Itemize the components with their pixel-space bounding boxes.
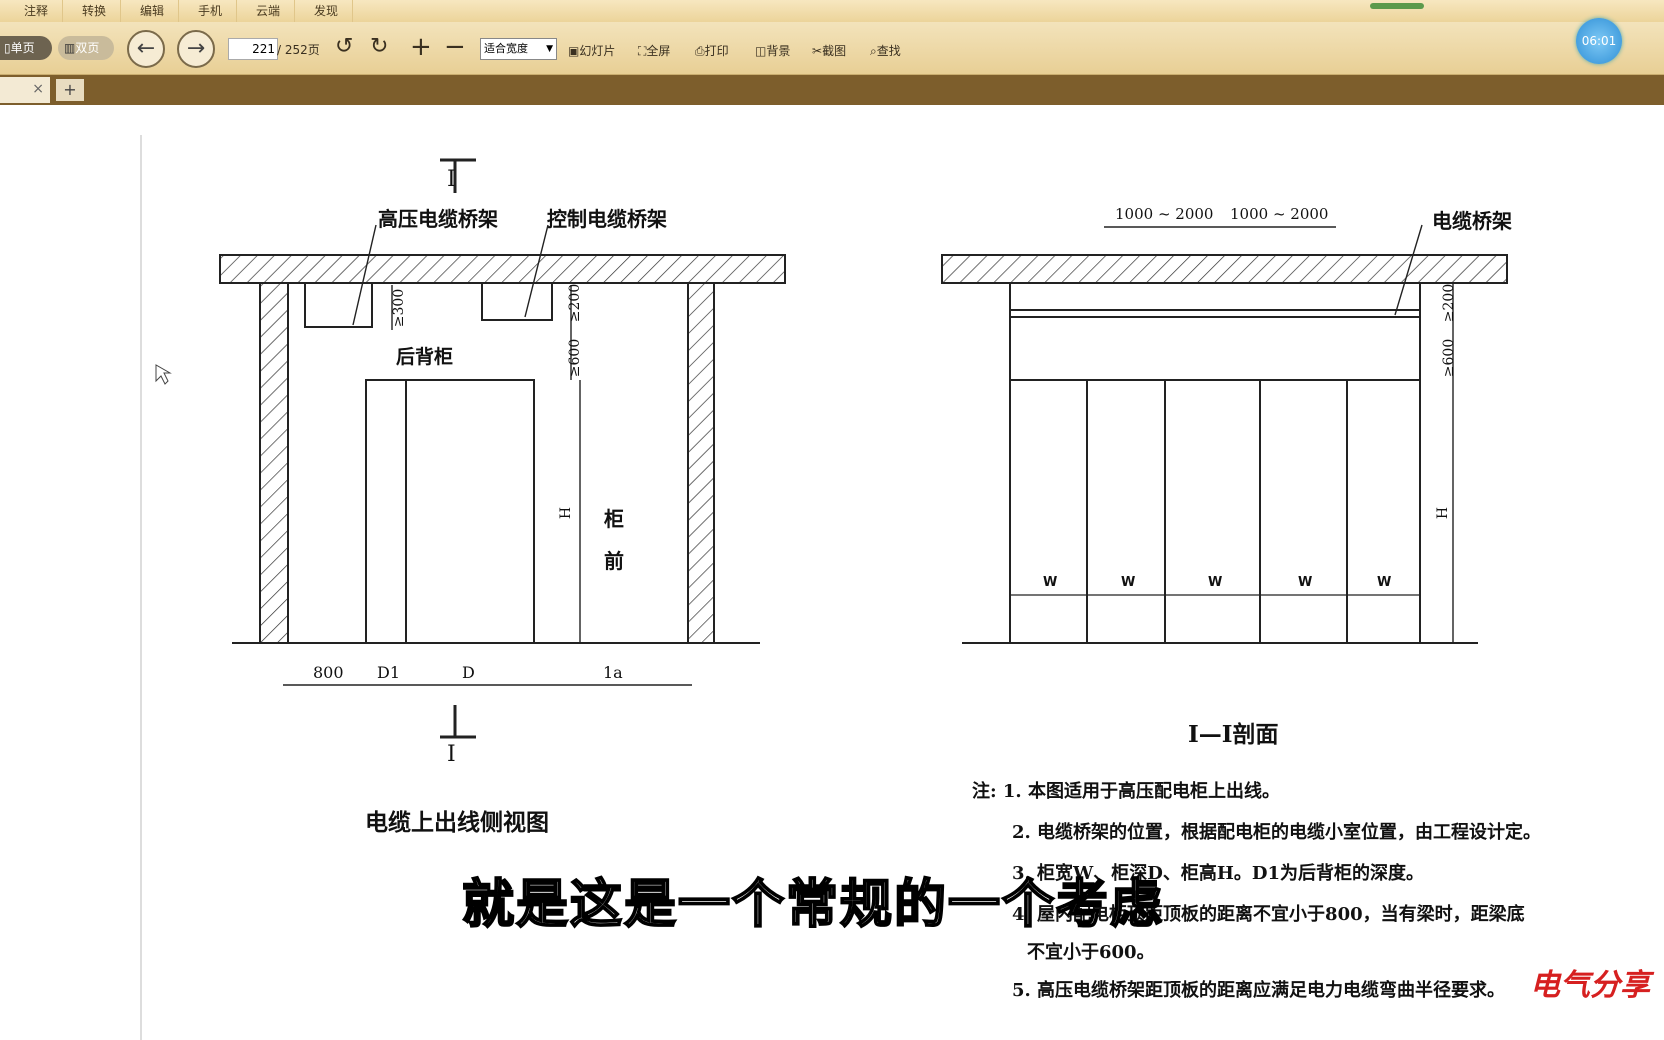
rotate-right-icon[interactable]: ↻ <box>370 34 388 59</box>
document-tab[interactable]: × <box>0 77 50 103</box>
ctrl-tray-shape <box>481 283 553 321</box>
slideshow-icon: ▣ <box>568 44 580 58</box>
menu-convert[interactable]: 转换 <box>68 0 122 22</box>
page-total: / 252页 <box>277 43 320 57</box>
w-label-5: W <box>1377 575 1392 590</box>
mouse-cursor-icon <box>155 364 172 385</box>
cabinet-front-char1: 柜 <box>604 507 624 531</box>
h-label: H <box>558 506 575 520</box>
main-cabinet <box>405 379 535 644</box>
tab-bar: × + <box>0 75 1664 105</box>
right-dim-600-label: ≥600 <box>1441 338 1458 378</box>
single-page-button[interactable]: ▯单页 <box>0 36 52 60</box>
left-side-view <box>219 158 786 739</box>
note-2: 2. 电缆桥架的位置，根据配电柜的电缆小室位置，由工程设计定。 <box>1012 822 1542 843</box>
zoom-out-icon[interactable]: − <box>444 32 466 62</box>
printer-icon: ⎙ <box>695 44 705 58</box>
ctrl-tray-label: 控制电缆桥架 <box>547 207 667 231</box>
rear-cabinet <box>365 379 407 644</box>
section-mark-bottom-label: I <box>447 742 456 767</box>
menu-cloud[interactable]: 云端 <box>242 0 296 22</box>
rear-cabinet-label: 后背柜 <box>396 346 454 368</box>
right-dim-200-label: ≥200 <box>1441 283 1458 323</box>
fullscreen-button[interactable]: ⛶全屏 <box>638 42 670 59</box>
double-page-icon: ▥ <box>64 41 76 55</box>
dim-d1-label: D1 <box>377 663 401 682</box>
dim-200-label: ≥200 <box>567 283 584 323</box>
span-label-1: 1000 ~ 2000 <box>1115 205 1214 223</box>
new-tab-button[interactable]: + <box>56 79 84 101</box>
zoom-in-icon[interactable]: + <box>410 32 432 62</box>
watermark-logo: 电气分享 <box>1530 968 1650 1003</box>
right-ceiling-slab <box>941 254 1508 284</box>
w-label-2: W <box>1121 575 1136 590</box>
background-button[interactable]: ◫背景 <box>755 42 790 59</box>
rotate-left-icon[interactable]: ↺ <box>335 34 353 59</box>
cabinet-front-char2: 前 <box>604 549 624 573</box>
w-label-3: W <box>1208 575 1223 590</box>
menu-annotate[interactable]: 注释 <box>10 0 64 22</box>
screenshot-button[interactable]: ✂截图 <box>812 42 846 59</box>
dim-600-label: ≥600 <box>567 338 584 378</box>
arrow-left-icon: ← <box>136 36 156 61</box>
arrow-right-icon: → <box>186 36 206 61</box>
span-label-2: 1000 ~ 2000 <box>1230 205 1329 223</box>
page-number-input[interactable] <box>228 38 278 60</box>
forward-button[interactable]: → <box>177 30 215 68</box>
w-label-1: W <box>1043 575 1058 590</box>
video-subtitle: 就是这是一个常规的一个考虑 <box>461 874 1165 936</box>
slideshow-button[interactable]: ▣幻灯片 <box>568 42 615 59</box>
right-view-title: I—I剖面 <box>1188 721 1279 748</box>
menu-bar: 注释 转换 编辑 手机 云端 发现 <box>0 0 1664 22</box>
toolbar: ▯单页 ▥双页 ← → / 252页 ↺ ↻ + − 适合宽度▼ ▣幻灯片 ⛶全… <box>0 22 1664 75</box>
left-ceiling-slab <box>219 254 786 284</box>
clock-widget: 06:01 <box>1576 18 1622 64</box>
progress-indicator <box>1370 3 1424 9</box>
dim-d-label: D <box>462 663 475 682</box>
left-wall <box>259 282 289 644</box>
scissors-icon: ✂ <box>812 44 823 58</box>
menu-mobile[interactable]: 手机 <box>184 0 238 22</box>
left-view-title: 电缆上出线侧视图 <box>365 809 549 836</box>
dim-300-label: ≥300 <box>391 288 408 328</box>
dim-la-label: 1a <box>603 663 623 682</box>
print-button[interactable]: ⎙打印 <box>695 42 729 59</box>
find-button[interactable]: ⌕查找 <box>870 42 901 59</box>
note-4-cont: 不宜小于600。 <box>1027 942 1155 963</box>
back-button[interactable]: ← <box>127 30 165 68</box>
w-label-4: W <box>1298 575 1313 590</box>
section-mark-top-label: I <box>447 167 456 192</box>
right-wall <box>687 282 715 644</box>
hv-tray-label: 高压电缆桥架 <box>378 207 498 231</box>
background-icon: ◫ <box>755 44 767 58</box>
search-icon: ⌕ <box>870 44 877 58</box>
right-section-view <box>941 224 1508 644</box>
zoom-select[interactable]: 适合宽度 ▼ <box>480 38 557 60</box>
dropdown-arrow-icon: ▼ <box>546 44 553 54</box>
page-icon: ▯ <box>4 41 11 55</box>
hv-tray-shape <box>304 283 373 328</box>
dim-800-label: 800 <box>313 663 344 682</box>
note-5: 5. 高压电缆桥架距顶板的距离应满足电力电缆弯曲半径要求。 <box>1012 980 1506 1001</box>
double-page-button[interactable]: ▥双页 <box>58 36 114 60</box>
menu-edit[interactable]: 编辑 <box>126 0 180 22</box>
menu-discover[interactable]: 发现 <box>300 0 354 22</box>
cable-tray-label: 电缆桥架 <box>1432 209 1512 233</box>
note-1: 注: 1. 本图适用于高压配电柜上出线。 <box>972 781 1280 802</box>
tab-close-icon[interactable]: × <box>32 81 44 97</box>
right-h-label: H <box>1435 506 1452 520</box>
